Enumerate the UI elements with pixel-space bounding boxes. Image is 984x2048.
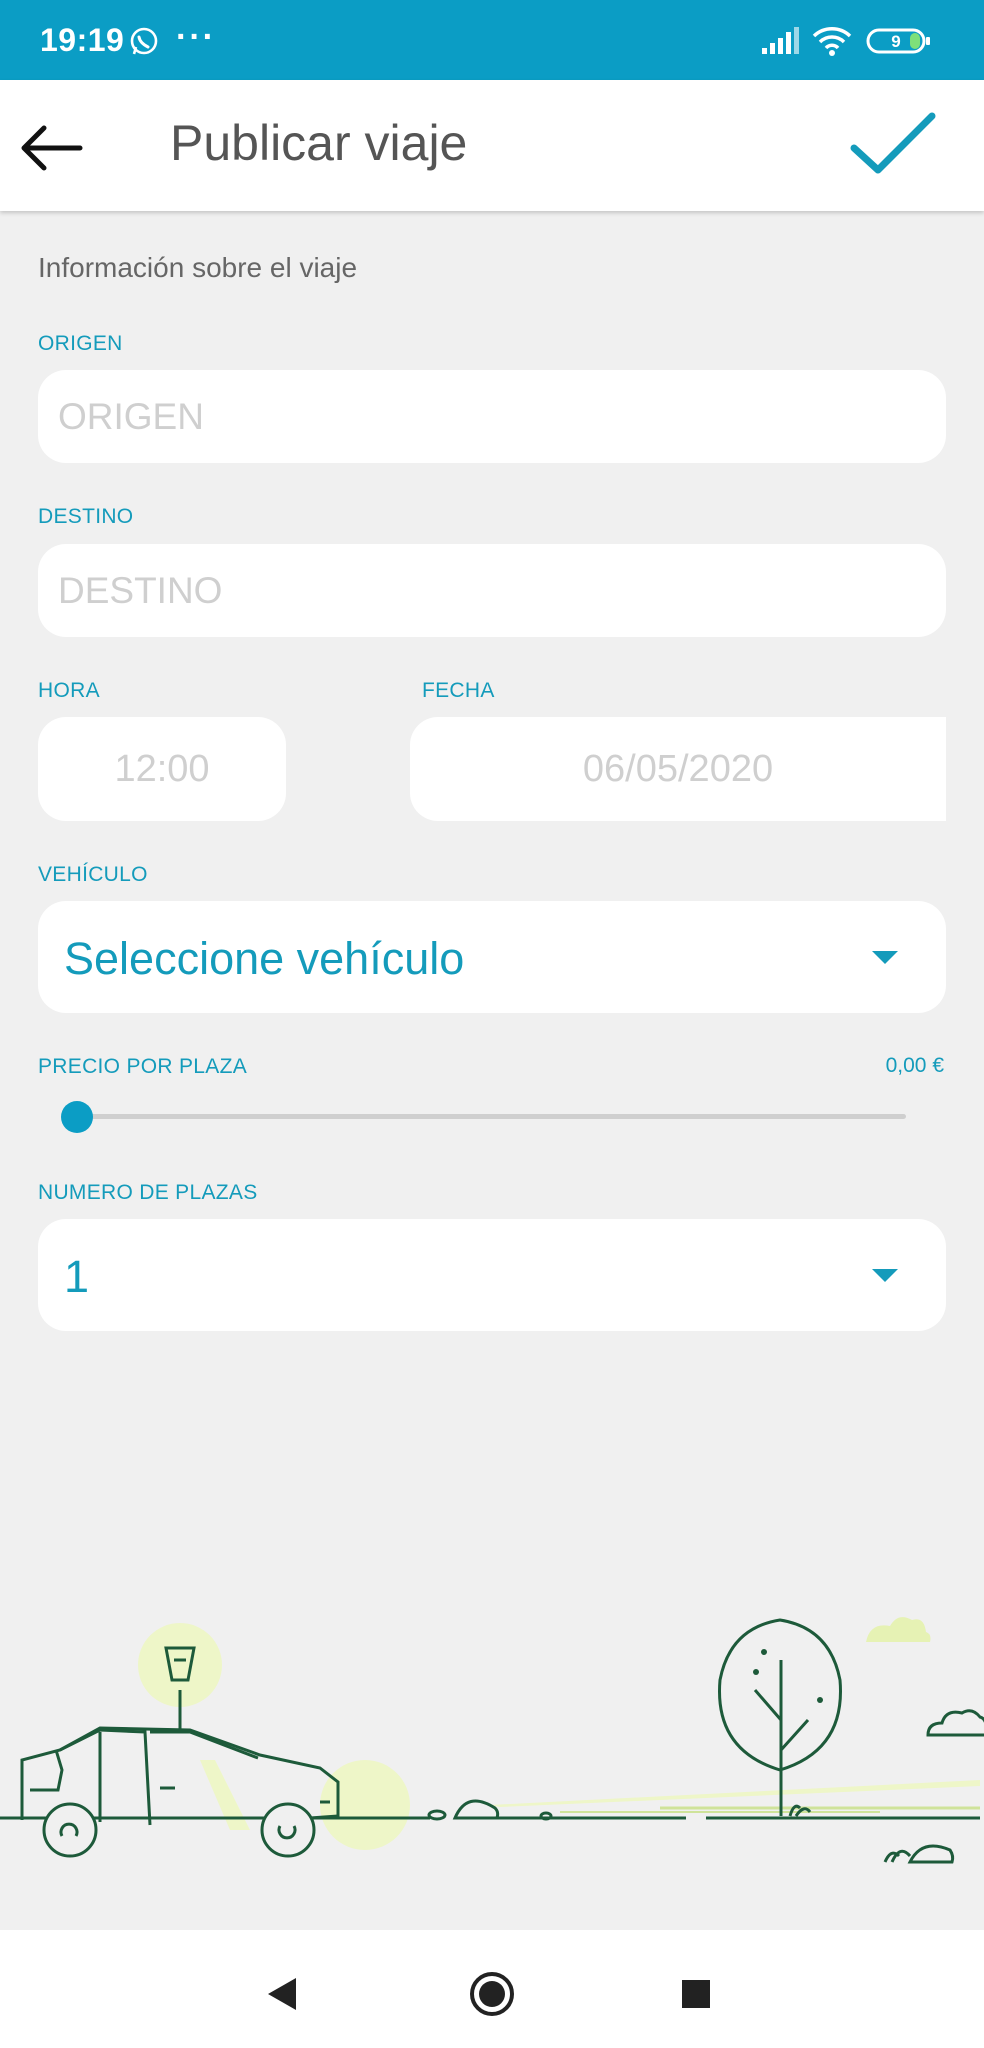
chevron-down-icon — [872, 1269, 898, 1282]
status-bar: 19:19 ··· 9 — [0, 0, 984, 80]
price-label: PRECIO POR PLAZA — [38, 1055, 248, 1078]
seats-label: NUMERO DE PLAZAS — [38, 1181, 258, 1204]
check-icon[interactable] — [848, 110, 938, 180]
price-value: 0,00 € — [885, 1054, 944, 1077]
price-slider-track[interactable] — [76, 1114, 906, 1119]
triangle-back-icon[interactable] — [266, 1976, 298, 2012]
square-recents-icon[interactable] — [680, 1978, 712, 2010]
time-field[interactable]: 12:00 — [38, 717, 286, 821]
app-bar: Publicar viaje — [0, 80, 984, 211]
status-time: 19:19 — [40, 22, 125, 58]
vehicle-selected: Seleccione vehículo — [64, 933, 465, 984]
origin-label: ORIGEN — [38, 332, 123, 355]
origin-placeholder: ORIGEN — [58, 396, 204, 437]
chevron-down-icon — [872, 951, 898, 964]
wifi-icon — [812, 27, 852, 56]
seats-selected: 1 — [64, 1251, 90, 1302]
signal-icon — [762, 27, 799, 54]
origin-input[interactable]: ORIGEN — [38, 370, 946, 463]
navigation-bar — [0, 1930, 984, 2048]
circle-home-icon[interactable] — [468, 1970, 516, 2018]
more-notifications: ··· — [176, 18, 216, 56]
battery-level: 9 — [891, 32, 900, 51]
vehicle-label: VEHÍCULO — [38, 863, 148, 886]
date-value: 06/05/2020 — [582, 748, 774, 790]
destination-input[interactable]: DESTINO — [38, 544, 946, 637]
page-title: Publicar viaje — [170, 115, 468, 171]
arrow-left-icon[interactable] — [18, 118, 88, 178]
section-title: Información sobre el viaje — [38, 252, 358, 283]
whatsapp-icon — [130, 27, 158, 55]
price-slider-thumb[interactable] — [61, 1101, 93, 1133]
date-label: FECHA — [422, 679, 495, 702]
battery-icon: 9 — [866, 28, 932, 59]
date-field[interactable]: 06/05/2020 — [410, 717, 946, 821]
destination-label: DESTINO — [38, 505, 134, 528]
vehicle-select[interactable]: Seleccione vehículo — [38, 901, 946, 1013]
destination-placeholder: DESTINO — [58, 570, 223, 611]
seats-select[interactable]: 1 — [38, 1219, 946, 1331]
car-road-illustration — [0, 1617, 984, 1864]
time-value: 12:00 — [114, 748, 210, 790]
time-label: HORA — [38, 679, 100, 702]
